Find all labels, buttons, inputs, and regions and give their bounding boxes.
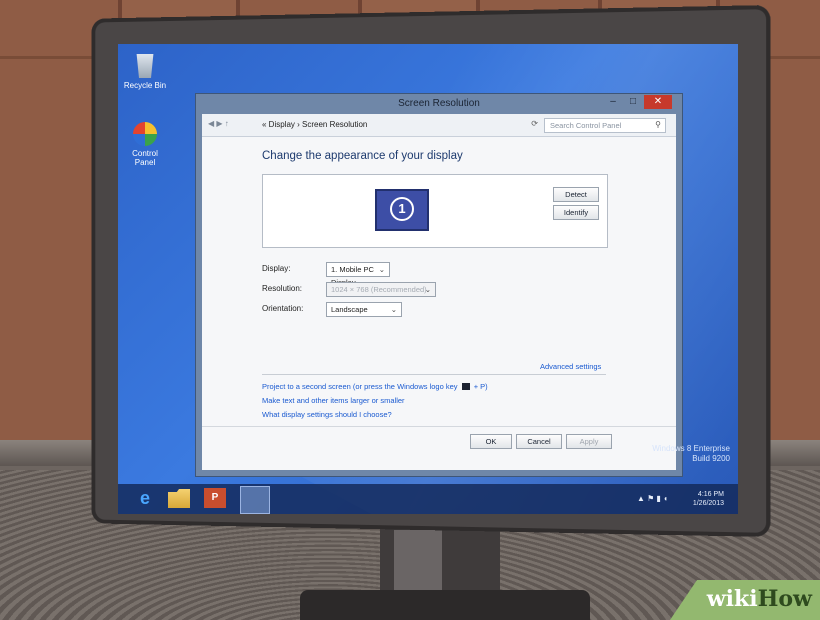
desktop-icon-label: Recycle Bin — [123, 81, 167, 90]
identify-button[interactable]: Identify — [553, 205, 599, 220]
resolution-value: 1024 × 768 (Recommended) — [331, 285, 427, 294]
taskbar-clock[interactable]: 4:16 PM 1/26/2013 — [693, 490, 724, 508]
internet-explorer-icon[interactable]: e — [134, 488, 156, 508]
recycle-bin-icon — [136, 54, 154, 78]
project-link-text: Project to a second screen (or press the… — [262, 382, 458, 391]
display-label: Display: — [262, 264, 291, 273]
chevron-down-icon: ⌄ — [378, 265, 385, 274]
desktop-icon-recycle-bin[interactable]: Recycle Bin — [122, 54, 168, 90]
search-placeholder: Search Control Panel — [550, 121, 622, 130]
system-tray-icons[interactable]: ▲ ⚑ ▮ ◖ — [637, 494, 668, 503]
display-select[interactable]: 1. Mobile PC Display ⌄ — [326, 262, 390, 287]
watermark-edition: Windows 8 Enterprise — [652, 444, 730, 453]
footer-divider — [202, 426, 676, 427]
maximize-button[interactable]: □ — [624, 95, 642, 109]
resolution-select[interactable]: 1024 × 768 (Recommended) ⌄ — [326, 282, 436, 297]
display-preview: 1 Detect Identify — [262, 174, 608, 248]
divider — [262, 374, 606, 375]
wikihow-wiki: wiki — [706, 586, 758, 612]
address-bar: ◀ ▶ ↑ « Display › Screen Resolution ⟳ Se… — [202, 114, 676, 137]
breadcrumb[interactable]: « Display › Screen Resolution — [262, 120, 367, 129]
search-icon: ⚲ — [655, 120, 661, 129]
clock-date: 1/26/2013 — [692, 500, 724, 507]
windows-build-watermark: Windows 8 Enterprise Build 9200 — [652, 444, 730, 464]
orientation-label: Orientation: — [262, 304, 304, 313]
text-size-link[interactable]: Make text and other items larger or smal… — [262, 396, 405, 405]
ok-button[interactable]: OK — [470, 434, 512, 449]
apply-button[interactable]: Apply — [566, 434, 612, 449]
project-link-suffix: + P) — [473, 382, 488, 391]
file-explorer-icon[interactable] — [168, 489, 190, 508]
display-settings-help-link[interactable]: What display settings should I choose? — [262, 410, 392, 419]
close-button[interactable]: ✕ — [644, 95, 672, 109]
powerpoint-icon[interactable]: P — [204, 488, 226, 508]
refresh-icon[interactable]: ⟳ — [531, 119, 538, 128]
monitor-base — [300, 590, 590, 620]
cancel-button[interactable]: Cancel — [516, 434, 562, 449]
project-second-screen-link[interactable]: Project to a second screen (or press the… — [262, 382, 488, 391]
minimize-button[interactable]: – — [604, 95, 622, 109]
resolution-label: Resolution: — [262, 284, 303, 293]
page-title: Change the appearance of your display — [262, 150, 463, 162]
back-forward-icon[interactable]: ◀ ▶ ↑ — [208, 119, 229, 128]
monitor-1-thumbnail[interactable]: 1 — [375, 189, 429, 231]
desktop-icon-control-panel[interactable]: Control Panel — [122, 122, 168, 167]
windows-logo-icon — [461, 383, 470, 390]
chevron-down-icon: ⌄ — [424, 285, 431, 294]
taskbar: e P ▲ ⚑ ▮ ◖ 4:16 PM 1/26/2013 — [118, 484, 738, 514]
monitor-number: 1 — [390, 197, 414, 221]
watermark-build: Build 9200 — [692, 454, 730, 463]
control-panel-taskbar-icon[interactable] — [240, 486, 270, 514]
orientation-value: Landscape — [331, 305, 368, 314]
monitor-screen: Recycle Bin Control Panel Screen Resolut… — [118, 44, 738, 514]
clock-time: 4:16 PM — [697, 491, 724, 498]
desktop-icon-label: Control Panel — [132, 149, 158, 167]
window-titlebar[interactable]: Screen Resolution – □ ✕ — [202, 94, 676, 114]
wikihow-how: How — [757, 586, 812, 612]
search-input[interactable]: Search Control Panel ⚲ — [544, 118, 666, 133]
detect-button[interactable]: Detect — [553, 187, 599, 202]
control-panel-icon — [133, 122, 157, 146]
orientation-select[interactable]: Landscape ⌄ — [326, 302, 402, 317]
advanced-settings-link[interactable]: Advanced settings — [540, 362, 601, 371]
chevron-down-icon: ⌄ — [390, 305, 397, 314]
wikihow-wordmark: wikiHow — [707, 586, 812, 612]
screen-resolution-window: Screen Resolution – □ ✕ ◀ ▶ ↑ « Display … — [196, 94, 682, 476]
